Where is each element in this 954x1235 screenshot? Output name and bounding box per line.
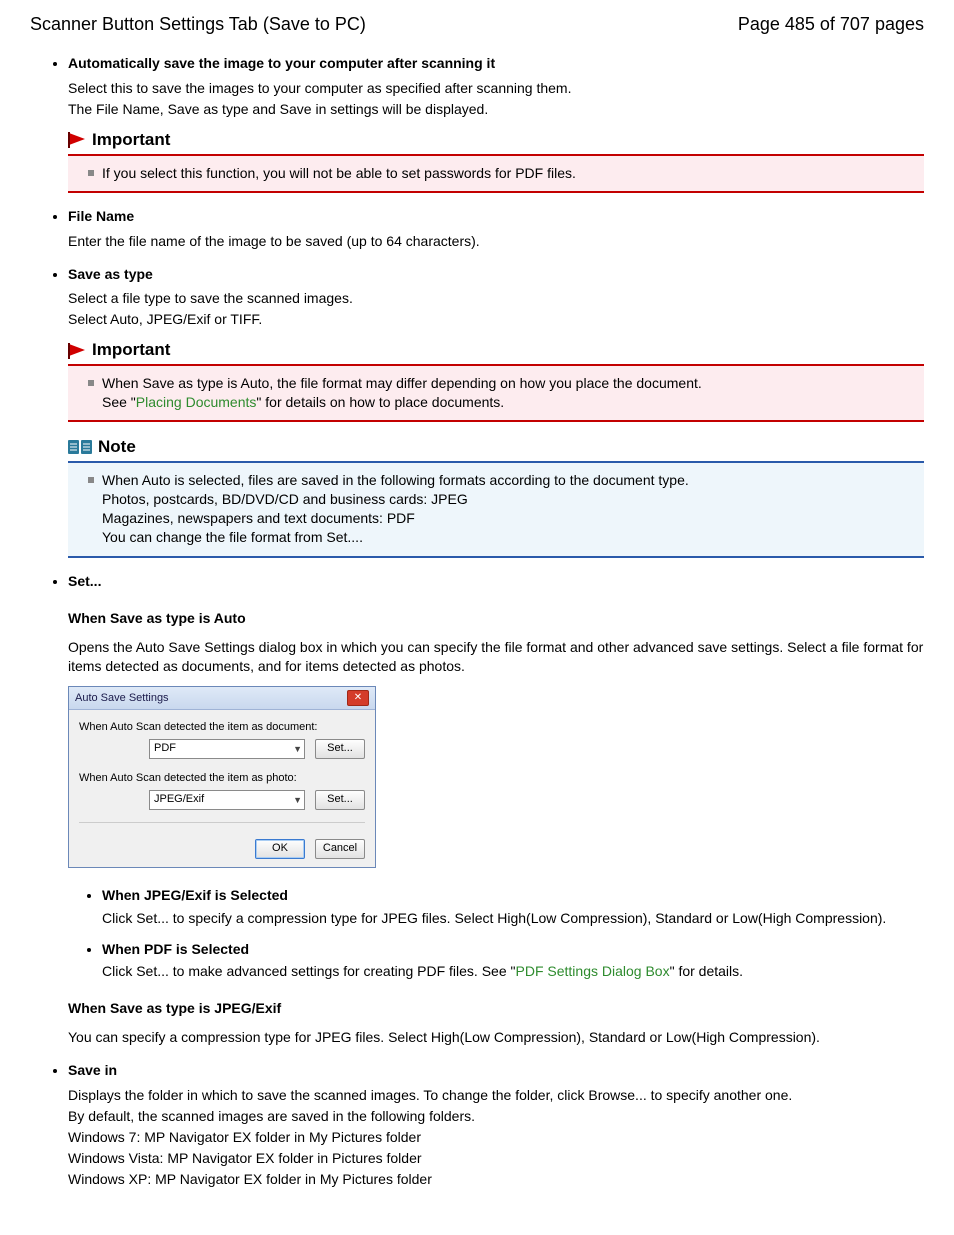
page-number: Page 485 of 707 pages: [738, 12, 924, 36]
item-heading: Save in: [68, 1062, 117, 1078]
flag-icon: [68, 343, 88, 359]
page-title: Scanner Button Settings Tab (Save to PC): [30, 12, 366, 36]
body-text: Windows Vista: MP Navigator EX folder in…: [68, 1149, 924, 1168]
text: " for details.: [670, 963, 743, 979]
text: Click Set... to make advanced settings f…: [102, 963, 516, 979]
dialog-title: Auto Save Settings: [75, 691, 169, 706]
cancel-button[interactable]: Cancel: [315, 839, 365, 859]
item-auto-save: Automatically save the image to your com…: [68, 54, 924, 193]
close-icon[interactable]: ✕: [347, 690, 369, 706]
set-button[interactable]: Set...: [315, 739, 365, 759]
text: You can change the file format from Set.…: [102, 529, 363, 545]
text: " for details on how to place documents.: [256, 394, 504, 410]
inner-jpeg-item: When JPEG/Exif is Selected Click Set... …: [102, 886, 924, 928]
body-text: Windows 7: MP Navigator EX folder in My …: [68, 1128, 924, 1147]
note-text: When Auto is selected, files are saved i…: [88, 471, 916, 547]
inner-pdf-item: When PDF is Selected Click Set... to mak…: [102, 940, 924, 982]
text: When Auto is selected, files are saved i…: [102, 472, 689, 488]
sub-heading: When Save as type is Auto: [68, 609, 924, 628]
important-label: Important: [92, 339, 170, 362]
select-value: PDF: [154, 741, 176, 756]
item-save-as-type: Save as type Select a file type to save …: [68, 265, 924, 559]
item-heading: File Name: [68, 208, 134, 224]
select-value: JPEG/Exif: [154, 792, 204, 807]
body-text: Click Set... to specify a compression ty…: [102, 909, 924, 928]
note-callout: Note When Auto is selected, files are sa…: [68, 436, 924, 559]
body-text: Select a file type to save the scanned i…: [68, 289, 924, 308]
body-text: Select Auto, JPEG/Exif or TIFF.: [68, 310, 924, 329]
important-callout: Important If you select this function, y…: [68, 129, 924, 193]
dialog-label: When Auto Scan detected the item as docu…: [79, 720, 365, 735]
text: Photos, postcards, BD/DVD/CD and busines…: [102, 491, 468, 507]
body-text: The File Name, Save as type and Save in …: [68, 100, 924, 119]
item-heading: Set...: [68, 573, 101, 589]
item-file-name: File Name Enter the file name of the ima…: [68, 207, 924, 251]
placing-documents-link[interactable]: Placing Documents: [136, 394, 257, 410]
text: When Save as type is Auto, the file form…: [102, 375, 702, 391]
item-heading: When PDF is Selected: [102, 941, 249, 957]
chevron-down-icon: ▼: [293, 743, 302, 755]
text: See ": [102, 394, 136, 410]
note-icon: [68, 439, 94, 455]
important-text: When Save as type is Auto, the file form…: [88, 374, 916, 412]
photo-format-select[interactable]: JPEG/Exif ▼: [149, 790, 305, 810]
important-label: Important: [92, 129, 170, 152]
item-heading: When JPEG/Exif is Selected: [102, 887, 288, 903]
pdf-settings-link[interactable]: PDF Settings Dialog Box: [516, 963, 670, 979]
body-text: You can specify a compression type for J…: [68, 1028, 924, 1047]
important-text: If you select this function, you will no…: [88, 164, 916, 183]
dialog-label: When Auto Scan detected the item as phot…: [79, 771, 365, 786]
set-button[interactable]: Set...: [315, 790, 365, 810]
body-text: Opens the Auto Save Settings dialog box …: [68, 638, 924, 676]
item-set: Set... When Save as type is Auto Opens t…: [68, 572, 924, 1047]
auto-save-settings-dialog: Auto Save Settings ✕ When Auto Scan dete…: [68, 686, 376, 868]
item-heading: Save as type: [68, 266, 153, 282]
document-format-select[interactable]: PDF ▼: [149, 739, 305, 759]
note-label: Note: [98, 436, 136, 459]
item-heading: Automatically save the image to your com…: [68, 55, 495, 71]
body-text: Displays the folder in which to save the…: [68, 1086, 924, 1105]
ok-button[interactable]: OK: [255, 839, 305, 859]
chevron-down-icon: ▼: [293, 794, 302, 806]
body-text: Windows XP: MP Navigator EX folder in My…: [68, 1170, 924, 1189]
body-text: Enter the file name of the image to be s…: [68, 232, 924, 251]
item-save-in: Save in Displays the folder in which to …: [68, 1061, 924, 1188]
body-text: By default, the scanned images are saved…: [68, 1107, 924, 1126]
sub-heading: When Save as type is JPEG/Exif: [68, 999, 924, 1018]
important-callout: Important When Save as type is Auto, the…: [68, 339, 924, 422]
flag-icon: [68, 132, 88, 148]
body-text: Select this to save the images to your c…: [68, 79, 924, 98]
text: Magazines, newspapers and text documents…: [102, 510, 415, 526]
page-header: Scanner Button Settings Tab (Save to PC)…: [30, 12, 924, 36]
